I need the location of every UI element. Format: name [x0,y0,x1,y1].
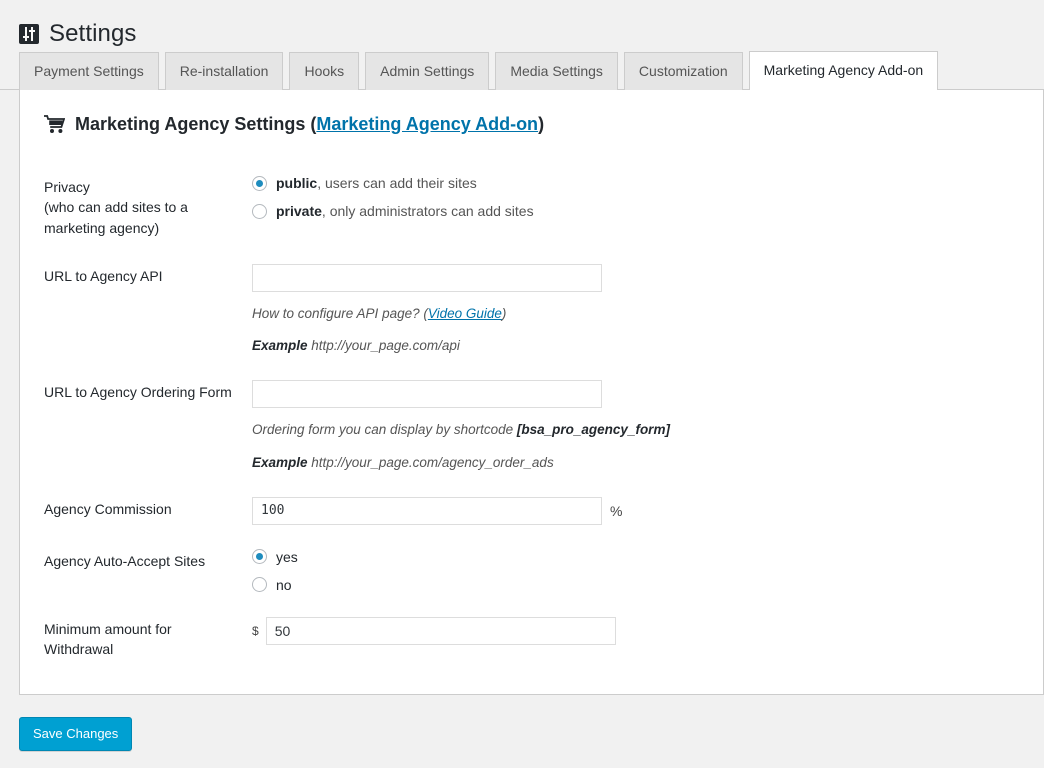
privacy-option-private[interactable]: private, only administrators can add sit… [252,203,1033,219]
ordering-form-hint-1: Ordering form you can display by shortco… [252,420,1033,440]
agency-api-hint-1: How to configure API page? (Video Guide) [252,304,1033,324]
privacy-option-public[interactable]: public, users can add their sites [252,175,1033,191]
tab-payment-settings[interactable]: Payment Settings [19,52,159,90]
agency-api-hint-1-after: ) [501,305,507,321]
ordering-form-label: URL to Agency Ordering Form [44,384,232,401]
ordering-form-example-value: http://your_page.com/agency_order_ads [307,454,554,470]
tab-media-settings[interactable]: Media Settings [495,52,618,90]
page-header: Settings [0,0,1044,52]
agency-api-input[interactable] [252,263,602,292]
section-title-prefix: Marketing Agency Settings ( [75,114,317,134]
form-submit-area: Save Changes [0,695,1044,751]
ordering-form-field-cell: Ordering form you can display by shortco… [252,368,1043,485]
auto-accept-option-no[interactable]: no [252,577,1033,593]
commission-percent-suffix: % [610,502,623,519]
privacy-option-private-text: private, only administrators can add sit… [276,203,534,219]
privacy-options: public, users can add their sites privat… [252,163,1043,252]
agency-api-label: URL to Agency API [44,267,163,284]
privacy-option-public-text: public, users can add their sites [276,175,477,191]
ordering-form-hint-2: Example http://your_page.com/agency_orde… [252,453,1033,473]
agency-api-hint-1-before: How to configure API page? ( [252,305,428,321]
agency-api-example-value: http://your_page.com/api [307,338,460,354]
agency-api-field-cell: How to configure API page? (Video Guide)… [252,252,1043,369]
minimum-withdrawal-label-line2: Withdrawal [44,641,114,658]
form-row-auto-accept: Agency Auto-Accept Sites yes no [20,537,1043,605]
agency-api-example-label: Example [252,338,308,354]
privacy-option-public-bold: public [276,175,318,191]
settings-sliders-icon [19,24,39,44]
ordering-form-hint-1-text: Ordering form you can display by shortco… [252,422,517,438]
page-title: Settings [49,19,137,47]
save-changes-button[interactable]: Save Changes [19,717,133,751]
privacy-option-public-rest: , users can add their sites [317,175,477,191]
settings-content-panel: Marketing Agency Settings (Marketing Age… [19,90,1044,695]
privacy-option-private-rest: , only administrators can add sites [321,203,534,219]
form-row-ordering-form: URL to Agency Ordering Form Ordering for… [20,368,1043,485]
section-header: Marketing Agency Settings (Marketing Age… [20,114,1043,135]
tab-hooks[interactable]: Hooks [289,52,360,90]
tab-customization[interactable]: Customization [623,52,743,90]
commission-field-cell: % [252,485,1043,537]
privacy-radio-private[interactable] [252,203,267,219]
minimum-withdrawal-label: Minimum amount for Withdrawal [20,605,252,674]
auto-accept-options: yes no [252,537,1043,605]
agency-api-hint-2: Example http://your_page.com/api [252,336,1033,356]
privacy-option-private-bold: private [276,203,322,219]
form-row-agency-api: URL to Agency API How to configure API p… [20,252,1043,369]
privacy-label: Privacy (who can add sites to a marketin… [20,163,252,252]
privacy-label-line2: (who can add sites to a [44,199,188,216]
tab-re-installation[interactable]: Re-installation [164,52,284,90]
shopping-cart-icon [44,115,65,133]
marketing-agency-addon-link[interactable]: Marketing Agency Add-on [316,114,538,134]
minimum-withdrawal-label-line1: Minimum amount for [44,620,172,637]
tab-admin-settings[interactable]: Admin Settings [365,52,490,90]
auto-accept-option-no-label: no [276,576,292,593]
ordering-form-input[interactable] [252,380,602,409]
section-title: Marketing Agency Settings (Marketing Age… [75,114,544,135]
form-row-minimum-withdrawal: Minimum amount for Withdrawal $ [20,605,1043,674]
auto-accept-radio-yes[interactable] [252,549,267,565]
auto-accept-option-yes-label: yes [276,548,298,565]
privacy-label-line1: Privacy [44,179,90,195]
minimum-withdrawal-field-cell: $ [252,605,1043,674]
tab-marketing-agency-add-on[interactable]: Marketing Agency Add-on [748,51,939,90]
ordering-form-example-label: Example [252,454,308,470]
settings-form-table: Privacy (who can add sites to a marketin… [20,163,1043,673]
commission-input[interactable] [252,496,602,525]
privacy-radio-public[interactable] [252,175,267,191]
auto-accept-label: Agency Auto-Accept Sites [44,552,206,569]
auto-accept-radio-no[interactable] [252,577,267,593]
settings-tab-bar: Payment Settings Re-installation Hooks A… [0,51,1044,90]
auto-accept-option-yes[interactable]: yes [252,549,1033,565]
currency-prefix: $ [252,623,259,638]
video-guide-link[interactable]: Video Guide [428,306,502,321]
minimum-withdrawal-input[interactable] [265,616,616,645]
form-row-commission: Agency Commission % [20,485,1043,537]
form-row-privacy: Privacy (who can add sites to a marketin… [20,163,1043,252]
ordering-form-shortcode: [bsa_pro_agency_form] [516,422,670,438]
section-title-suffix: ) [538,114,545,134]
privacy-label-line3: marketing agency) [44,219,160,236]
commission-label: Agency Commission [44,500,172,517]
